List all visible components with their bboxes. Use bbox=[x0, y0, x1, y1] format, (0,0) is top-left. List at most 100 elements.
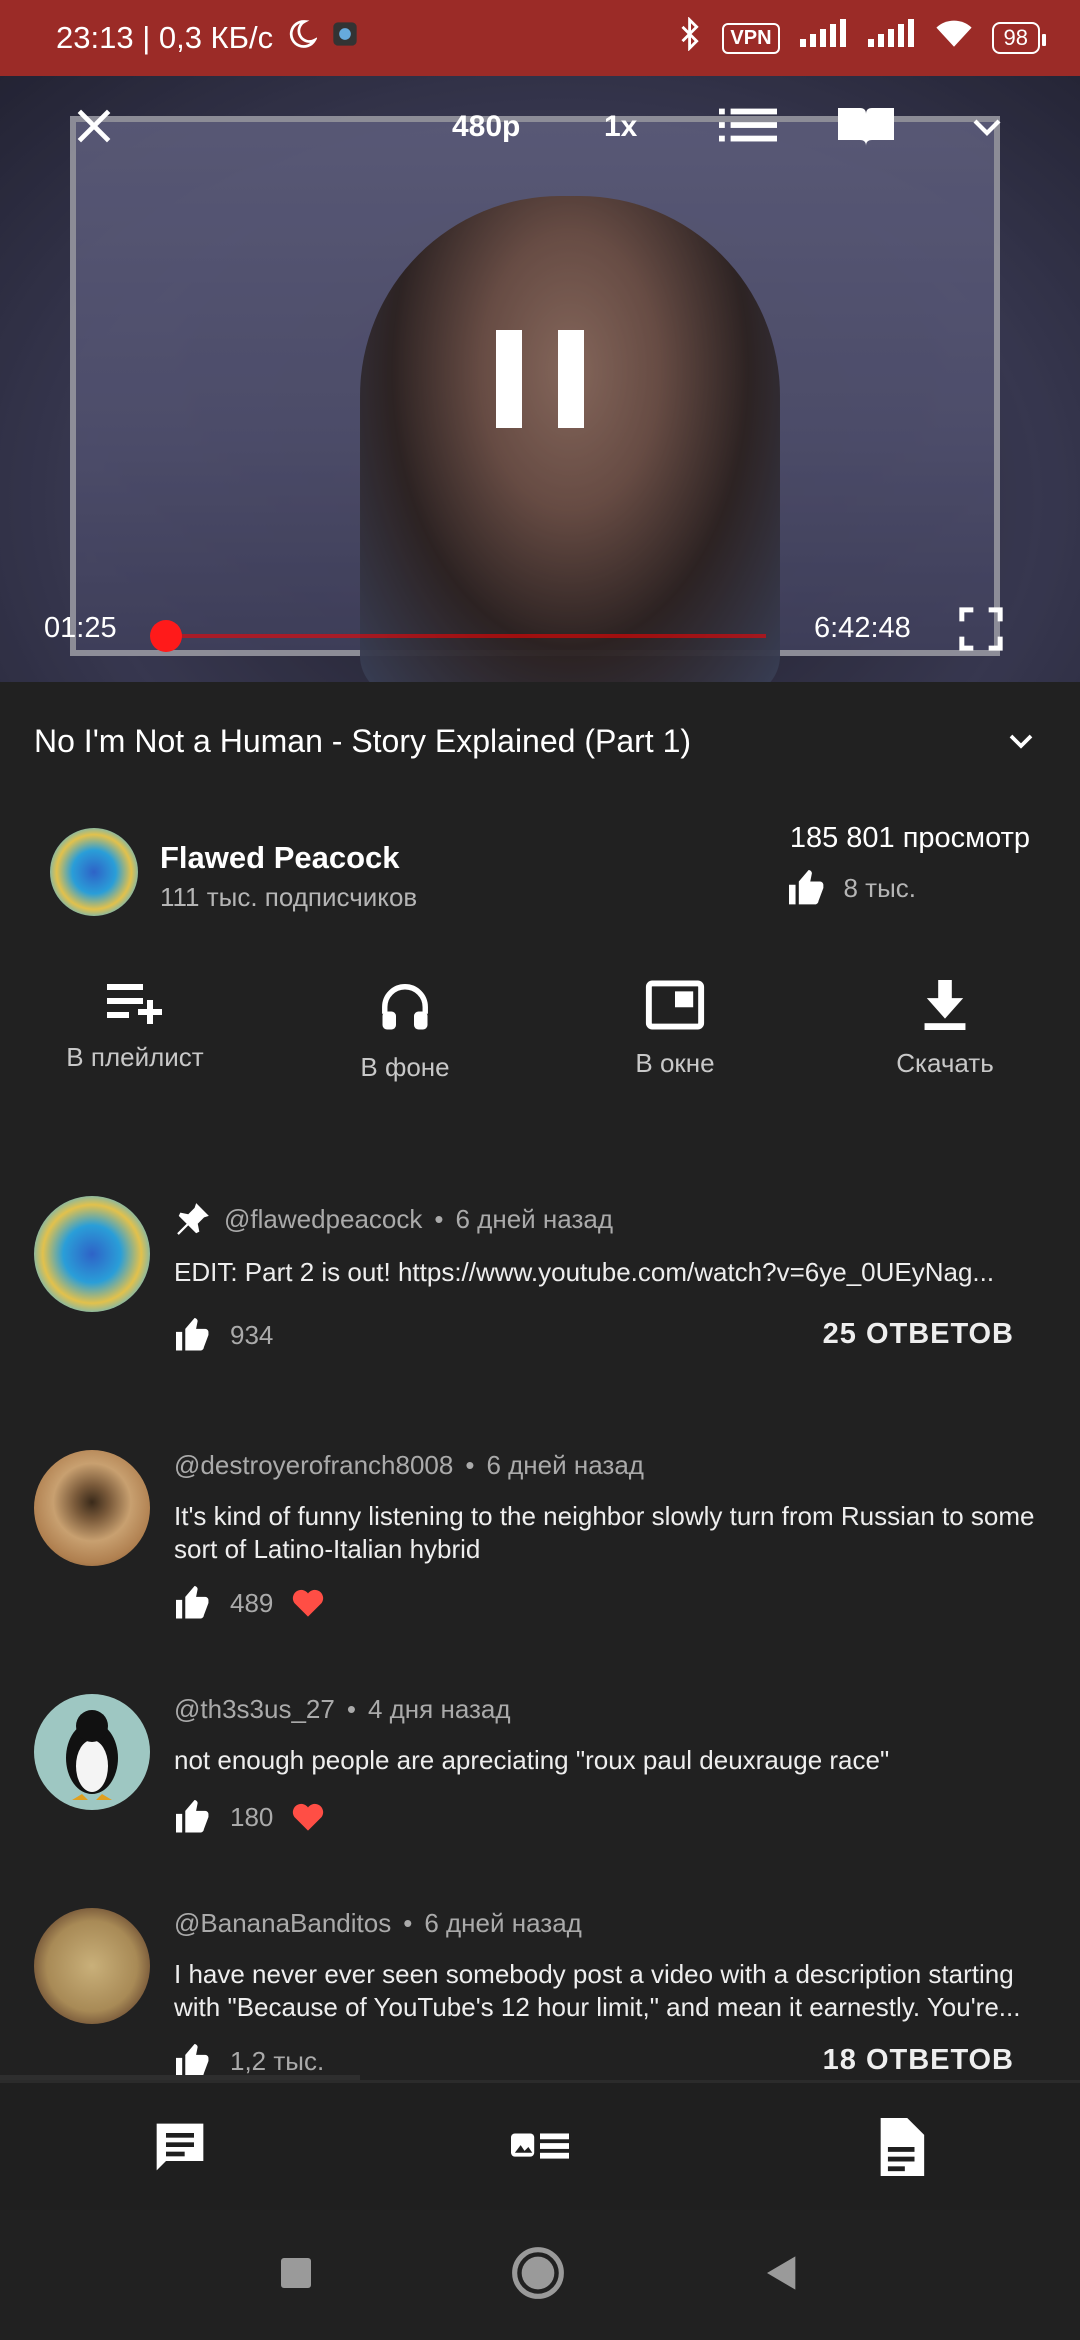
video-player[interactable]: 480p 1x 01:25 6:42:48 bbox=[0, 76, 1080, 682]
comment-author[interactable]: @BananaBanditos bbox=[174, 1908, 391, 1939]
pin-icon bbox=[177, 1203, 209, 1235]
chevron-down-icon bbox=[1009, 734, 1033, 749]
thumbs-up-icon bbox=[176, 1800, 209, 1833]
comment-avatar[interactable] bbox=[34, 1694, 150, 1810]
comment-age: 6 дней назад bbox=[455, 1203, 614, 1234]
chevron-down-icon bbox=[973, 119, 1001, 136]
vpn-badge: VPN bbox=[722, 22, 780, 54]
comment-age: 6 дней назад bbox=[424, 1908, 582, 1938]
comment-text[interactable]: EDIT: Part 2 is out! https://www.youtube… bbox=[174, 1256, 1054, 1289]
comment-text[interactable]: It's kind of funny listening to the neig… bbox=[174, 1500, 1054, 1566]
action-label: В фоне bbox=[360, 1052, 450, 1082]
video-title: No I'm Not a Human - Story Explained (Pa… bbox=[34, 722, 692, 759]
comment-text[interactable]: I have never ever seen somebody post a v… bbox=[174, 1958, 1054, 2024]
popup-player-button[interactable]: В окне bbox=[540, 980, 810, 1110]
pause-icon bbox=[558, 330, 584, 428]
meta-separator: • bbox=[434, 1203, 444, 1234]
signal-icon bbox=[798, 19, 848, 57]
meta-separator: • bbox=[403, 1908, 413, 1938]
circle-icon bbox=[512, 2246, 564, 2299]
comment-replies-button[interactable]: 25 ОТВЕТОВ bbox=[823, 1318, 1014, 1351]
tab-related-videos[interactable] bbox=[360, 2083, 720, 2210]
book-icon bbox=[838, 108, 894, 146]
fullscreen-icon bbox=[959, 607, 1003, 651]
seek-bar[interactable] bbox=[166, 634, 766, 638]
queue-button[interactable] bbox=[718, 98, 778, 154]
likes-count: 8 тыс. bbox=[843, 872, 916, 903]
close-button[interactable] bbox=[66, 98, 122, 154]
comments-list[interactable]: @flawedpeacock • 6 дней назад EDIT: Part… bbox=[0, 1180, 1080, 2080]
duration: 6:42:48 bbox=[814, 612, 911, 644]
add-to-playlist-button[interactable]: В плейлист bbox=[0, 980, 270, 1110]
meta-separator: • bbox=[346, 1694, 356, 1724]
fullscreen-button[interactable] bbox=[956, 604, 1006, 654]
meta-separator: • bbox=[465, 1450, 475, 1480]
queue-icon bbox=[719, 108, 777, 142]
channel-avatar[interactable] bbox=[50, 828, 138, 916]
app-icon bbox=[331, 20, 359, 56]
comment-likes: 934 bbox=[230, 1319, 274, 1350]
comment-author[interactable]: @flawedpeacock bbox=[224, 1204, 422, 1235]
comment-meta: @destroyerofranch8008 • 6 дней назад bbox=[174, 1450, 644, 1481]
comment-avatar[interactable] bbox=[34, 1908, 150, 2024]
comment-meta: @th3s3us_27 • 4 дня назад bbox=[174, 1694, 511, 1725]
home-button[interactable] bbox=[510, 2245, 566, 2306]
related-videos-icon bbox=[511, 2132, 569, 2159]
playlist-add-icon bbox=[107, 984, 162, 1024]
status-bar: 23:13 | 0,3 КБ/с VPN 98 bbox=[0, 0, 1080, 76]
comment-avatar[interactable] bbox=[34, 1196, 150, 1312]
headphones-icon bbox=[382, 984, 428, 1030]
tab-description[interactable] bbox=[720, 2083, 1080, 2210]
comment-actions: 934 bbox=[174, 1318, 273, 1352]
channel-name[interactable]: Flawed Peacock bbox=[160, 840, 400, 876]
comment-actions: 1,2 тыс. bbox=[174, 2044, 324, 2078]
comment-meta: @BananaBanditos • 6 дней назад bbox=[174, 1908, 582, 1939]
action-label: В плейлист bbox=[66, 1042, 204, 1072]
square-icon bbox=[281, 2257, 311, 2288]
channel-info[interactable]: Flawed Peacock 111 тыс. подписчиков 185 … bbox=[0, 810, 1080, 940]
heart-icon bbox=[293, 1803, 324, 1831]
download-icon bbox=[924, 980, 966, 1030]
comment-author[interactable]: @destroyerofranch8008 bbox=[174, 1450, 453, 1481]
back-button[interactable] bbox=[762, 2253, 802, 2298]
battery-indicator: 98 bbox=[991, 22, 1047, 54]
action-label: Скачать bbox=[896, 1048, 994, 1078]
quality-button[interactable]: 480p bbox=[452, 102, 520, 152]
comment-replies-button[interactable]: 18 ОТВЕТОВ bbox=[823, 2044, 1014, 2077]
background-play-button[interactable]: В фоне bbox=[270, 980, 540, 1110]
download-button[interactable]: Скачать bbox=[810, 980, 1080, 1110]
comment-likes: 180 bbox=[230, 1801, 274, 1832]
description-icon bbox=[880, 2117, 925, 2176]
recents-button[interactable] bbox=[278, 2255, 314, 2296]
comment-likes: 1,2 тыс. bbox=[230, 2045, 325, 2076]
comment-author[interactable]: @th3s3us_27 bbox=[174, 1694, 335, 1725]
wifi-icon bbox=[934, 18, 974, 58]
comment-avatar[interactable] bbox=[34, 1450, 150, 1566]
system-nav-bar bbox=[0, 2210, 1080, 2340]
action-label: В окне bbox=[635, 1048, 715, 1078]
action-bar: В плейлист В фоне В окне Скачать bbox=[0, 980, 1080, 1110]
signal-icon bbox=[866, 19, 916, 57]
video-title-row[interactable]: No I'm Not a Human - Story Explained (Pa… bbox=[0, 682, 1080, 800]
speed-button[interactable]: 1x bbox=[604, 102, 637, 152]
comment-likes: 489 bbox=[230, 1587, 274, 1618]
thumbs-up-icon bbox=[176, 2044, 209, 2077]
comment-age: 4 дня назад bbox=[367, 1694, 511, 1724]
expand-description-button[interactable] bbox=[996, 716, 1046, 766]
status-time-speed: 23:13 | 0,3 КБ/с bbox=[56, 20, 274, 55]
heart-icon bbox=[293, 1589, 324, 1617]
tab-comments[interactable] bbox=[0, 2083, 360, 2210]
thumbs-up-icon bbox=[789, 870, 824, 905]
comment-text[interactable]: not enough people are apreciating "roux … bbox=[174, 1744, 1054, 1777]
current-time: 01:25 bbox=[44, 612, 117, 644]
comment-meta: @flawedpeacock • 6 дней назад bbox=[174, 1200, 613, 1238]
comment-actions: 489 bbox=[174, 1586, 325, 1620]
chapters-button[interactable] bbox=[834, 98, 898, 154]
picture-in-picture-icon bbox=[645, 980, 705, 1030]
pause-button[interactable] bbox=[496, 330, 584, 428]
seek-thumb[interactable] bbox=[150, 620, 182, 652]
minimize-button[interactable] bbox=[962, 102, 1012, 152]
comment-actions: 180 bbox=[174, 1800, 325, 1834]
penguin-avatar-image bbox=[66, 1710, 118, 1800]
thumbs-up-icon bbox=[176, 1318, 209, 1351]
